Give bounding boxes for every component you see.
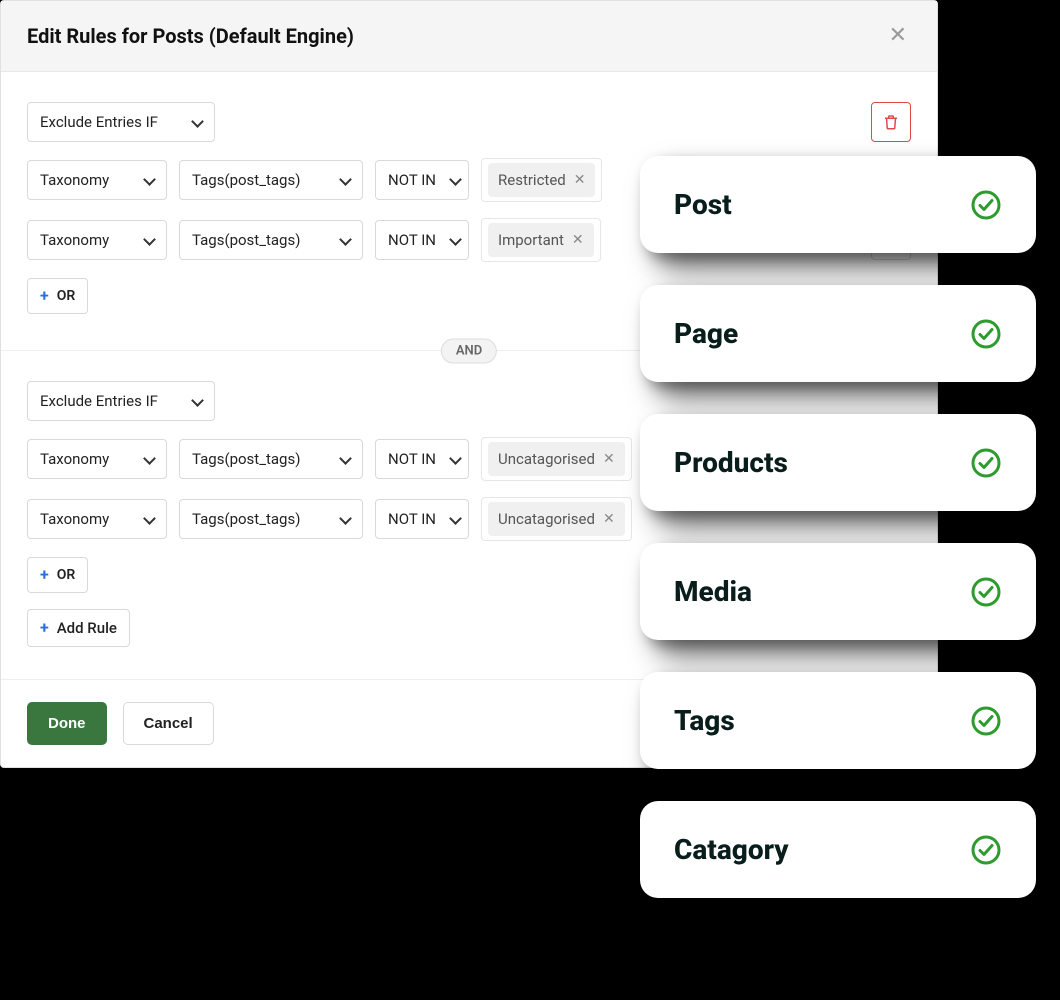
content-type-card-media[interactable]: Media: [640, 543, 1036, 640]
chevron-down-icon: [192, 396, 202, 406]
content-type-cards: Post Page Products Media Tags: [640, 156, 1036, 898]
modal-header: Edit Rules for Posts (Default Engine) ✕: [1, 1, 937, 72]
check-circle-icon: [970, 318, 1002, 350]
chevron-down-icon: [340, 514, 350, 524]
subfield-select[interactable]: Tags(post_tags): [179, 439, 363, 479]
chevron-down-icon: [450, 175, 456, 185]
content-type-card-products[interactable]: Products: [640, 414, 1036, 511]
chevron-down-icon: [144, 514, 154, 524]
chevron-down-icon: [144, 454, 154, 464]
field-select[interactable]: Taxonomy: [27, 499, 167, 539]
chevron-down-icon: [450, 454, 456, 464]
condition-select[interactable]: Exclude Entries IF: [27, 381, 215, 421]
condition-select[interactable]: Exclude Entries IF: [27, 102, 215, 142]
chevron-down-icon: [450, 514, 456, 524]
or-button[interactable]: + OR: [27, 278, 88, 314]
check-circle-icon: [970, 834, 1002, 866]
chip-remove-icon[interactable]: ✕: [603, 451, 615, 467]
plus-icon: +: [40, 620, 49, 636]
cancel-button[interactable]: Cancel: [123, 702, 214, 745]
add-rule-button[interactable]: + Add Rule: [27, 609, 130, 647]
check-circle-icon: [970, 447, 1002, 479]
or-button[interactable]: + OR: [27, 557, 88, 593]
close-icon[interactable]: ✕: [885, 21, 911, 51]
chip-remove-icon[interactable]: ✕: [572, 232, 584, 248]
chip-remove-icon[interactable]: ✕: [603, 511, 615, 527]
check-circle-icon: [970, 576, 1002, 608]
content-type-card-tags[interactable]: Tags: [640, 672, 1036, 769]
check-circle-icon: [970, 189, 1002, 221]
field-select[interactable]: Taxonomy: [27, 439, 167, 479]
delete-group-button[interactable]: [871, 102, 911, 142]
subfield-select[interactable]: Tags(post_tags): [179, 160, 363, 200]
chevron-down-icon: [144, 235, 154, 245]
chevron-down-icon: [450, 235, 456, 245]
subfield-select[interactable]: Tags(post_tags): [179, 220, 363, 260]
and-pill: AND: [441, 338, 497, 363]
operator-select[interactable]: NOT IN: [375, 439, 469, 479]
content-type-card-post[interactable]: Post: [640, 156, 1036, 253]
plus-icon: +: [40, 288, 49, 304]
value-chips[interactable]: Important ✕: [481, 218, 601, 262]
value-chips[interactable]: Uncatagorised ✕: [481, 497, 632, 541]
done-button[interactable]: Done: [27, 702, 107, 745]
value-chips[interactable]: Restricted ✕: [481, 158, 602, 202]
condition-label: Exclude Entries IF: [40, 113, 158, 131]
field-select[interactable]: Taxonomy: [27, 220, 167, 260]
plus-icon: +: [40, 567, 49, 583]
subfield-select[interactable]: Tags(post_tags): [179, 499, 363, 539]
value-chips[interactable]: Uncatagorised ✕: [481, 437, 632, 481]
check-circle-icon: [970, 705, 1002, 737]
modal-title: Edit Rules for Posts (Default Engine): [27, 24, 354, 48]
operator-select[interactable]: NOT IN: [375, 160, 469, 200]
operator-select[interactable]: NOT IN: [375, 499, 469, 539]
field-select[interactable]: Taxonomy: [27, 160, 167, 200]
chevron-down-icon: [340, 454, 350, 464]
chevron-down-icon: [144, 175, 154, 185]
value-chip: Uncatagorised ✕: [488, 442, 625, 476]
value-chip: Important ✕: [488, 223, 594, 257]
content-type-card-catagory[interactable]: Catagory: [640, 801, 1036, 898]
chip-remove-icon[interactable]: ✕: [574, 172, 586, 188]
value-chip: Uncatagorised ✕: [488, 502, 625, 536]
chevron-down-icon: [192, 117, 202, 127]
operator-select[interactable]: NOT IN: [375, 220, 469, 260]
condition-label: Exclude Entries IF: [40, 392, 158, 410]
content-type-card-page[interactable]: Page: [640, 285, 1036, 382]
chevron-down-icon: [340, 235, 350, 245]
chevron-down-icon: [340, 175, 350, 185]
value-chip: Restricted ✕: [488, 163, 595, 197]
